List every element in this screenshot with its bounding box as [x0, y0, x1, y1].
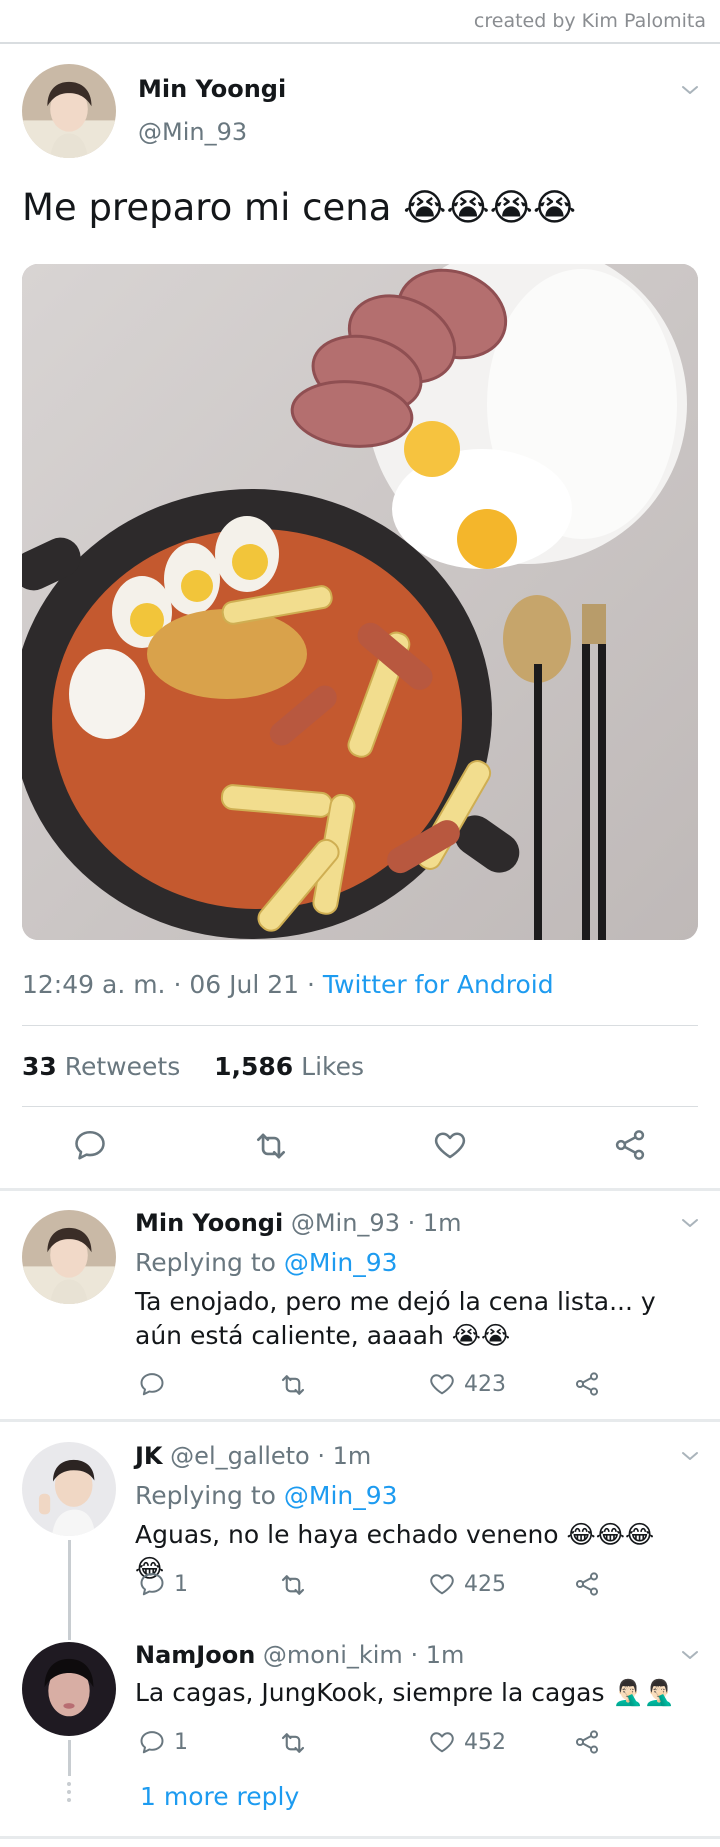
- reply-icon: [138, 1728, 166, 1756]
- retweet-button[interactable]: [252, 1127, 290, 1165]
- tweet-meta: 12:49 a. m. · 06 Jul 21 · Twitter for An…: [22, 970, 554, 999]
- chevron-down-icon[interactable]: [678, 1643, 702, 1667]
- reply-count: 1: [174, 1571, 188, 1597]
- retweet-icon: [278, 1570, 308, 1600]
- reply-author-name[interactable]: JK: [135, 1442, 163, 1470]
- thread-line: [68, 1740, 71, 1776]
- replying-prefix: Replying to: [135, 1481, 284, 1510]
- retweet-icon: [278, 1728, 308, 1758]
- like-icon: [428, 1728, 456, 1756]
- retweet-button[interactable]: [278, 1728, 308, 1758]
- tweet-actions: [0, 1125, 720, 1169]
- like-button[interactable]: [432, 1127, 468, 1163]
- author-handle[interactable]: @Min_93: [138, 118, 247, 146]
- reply-count: 1: [174, 1729, 188, 1755]
- retweet-count[interactable]: 33: [22, 1052, 57, 1081]
- avatar[interactable]: [22, 1642, 116, 1736]
- tweet-stats: 33 Retweets 1,586 Likes: [22, 1052, 364, 1081]
- avatar[interactable]: [22, 64, 116, 158]
- reply-button[interactable]: [72, 1127, 108, 1163]
- share-icon: [573, 1370, 601, 1398]
- share-button[interactable]: [612, 1127, 648, 1163]
- retweet-label[interactable]: Retweets: [65, 1052, 180, 1081]
- section-divider: [0, 1188, 720, 1191]
- tweet-photo[interactable]: [22, 264, 698, 940]
- like-button[interactable]: 425: [428, 1570, 506, 1598]
- reply-header: NamJoon @moni_kim · 1m: [135, 1641, 464, 1669]
- reply-button[interactable]: [138, 1370, 166, 1398]
- chevron-down-icon[interactable]: [678, 1444, 702, 1468]
- like-label[interactable]: Likes: [301, 1052, 364, 1081]
- chevron-down-icon[interactable]: [678, 78, 702, 102]
- reply-icon: [72, 1127, 108, 1163]
- chevron-down-icon[interactable]: [678, 1211, 702, 1235]
- reply-author-name[interactable]: Min Yoongi: [135, 1209, 283, 1237]
- reply-icon: [138, 1570, 166, 1598]
- like-button[interactable]: 423: [428, 1370, 506, 1398]
- more-replies-link[interactable]: 1 more reply: [140, 1782, 299, 1811]
- credit-label: created by Kim Palomita: [473, 10, 706, 32]
- share-button[interactable]: [573, 1370, 601, 1398]
- reply-icon: [138, 1370, 166, 1398]
- divider: [22, 1106, 698, 1107]
- divider: [22, 1025, 698, 1026]
- reply-button[interactable]: 1: [138, 1570, 188, 1598]
- avatar[interactable]: [22, 1442, 116, 1536]
- replying-to: Replying to @Min_93: [135, 1248, 398, 1277]
- like-count[interactable]: 1,586: [214, 1052, 293, 1081]
- retweet-icon: [252, 1127, 290, 1165]
- share-icon: [573, 1728, 601, 1756]
- retweet-button[interactable]: [278, 1370, 308, 1400]
- reply-author-name[interactable]: NamJoon: [135, 1641, 255, 1669]
- reply-text: La cagas, JungKook, siempre la cagas 🤦🏻‍…: [135, 1678, 675, 1707]
- thread-line: [68, 1540, 71, 1640]
- reply-meta: @el_galleto · 1m: [170, 1442, 372, 1470]
- tweet-timestamp: 12:49 a. m. · 06 Jul 21 ·: [22, 970, 323, 999]
- reply-header: JK @el_galleto · 1m: [135, 1442, 371, 1470]
- author-name[interactable]: Min Yoongi: [138, 75, 286, 103]
- thread-dots: [67, 1782, 72, 1806]
- replying-to-link[interactable]: @Min_93: [284, 1481, 398, 1510]
- share-button[interactable]: [573, 1570, 601, 1598]
- top-divider: [0, 42, 720, 44]
- share-button[interactable]: [573, 1728, 601, 1756]
- like-count: 452: [464, 1729, 506, 1755]
- replying-to-link[interactable]: @Min_93: [284, 1248, 398, 1277]
- like-count: 425: [464, 1571, 506, 1597]
- reply-button[interactable]: 1: [138, 1728, 188, 1756]
- tweet-text: Me preparo mi cena 😭😭😭😭: [22, 186, 577, 229]
- like-icon: [428, 1570, 456, 1598]
- retweet-icon: [278, 1370, 308, 1400]
- like-icon: [428, 1370, 456, 1398]
- section-divider: [0, 1836, 720, 1839]
- replying-to: Replying to @Min_93: [135, 1481, 398, 1510]
- retweet-button[interactable]: [278, 1570, 308, 1600]
- like-icon: [432, 1127, 468, 1163]
- reply-meta: @Min_93 · 1m: [290, 1209, 462, 1237]
- share-icon: [573, 1570, 601, 1598]
- reply-header: Min Yoongi @Min_93 · 1m: [135, 1209, 462, 1237]
- reply-text: Ta enojado, pero me dejó la cena lista..…: [135, 1287, 656, 1350]
- share-icon: [612, 1127, 648, 1163]
- like-button[interactable]: 452: [428, 1728, 506, 1756]
- reply-meta: @moni_kim · 1m: [262, 1641, 465, 1669]
- avatar[interactable]: [22, 1210, 116, 1304]
- section-divider: [0, 1419, 720, 1422]
- replying-prefix: Replying to: [135, 1248, 284, 1277]
- source-app-link[interactable]: Twitter for Android: [323, 970, 554, 999]
- like-count: 423: [464, 1371, 506, 1397]
